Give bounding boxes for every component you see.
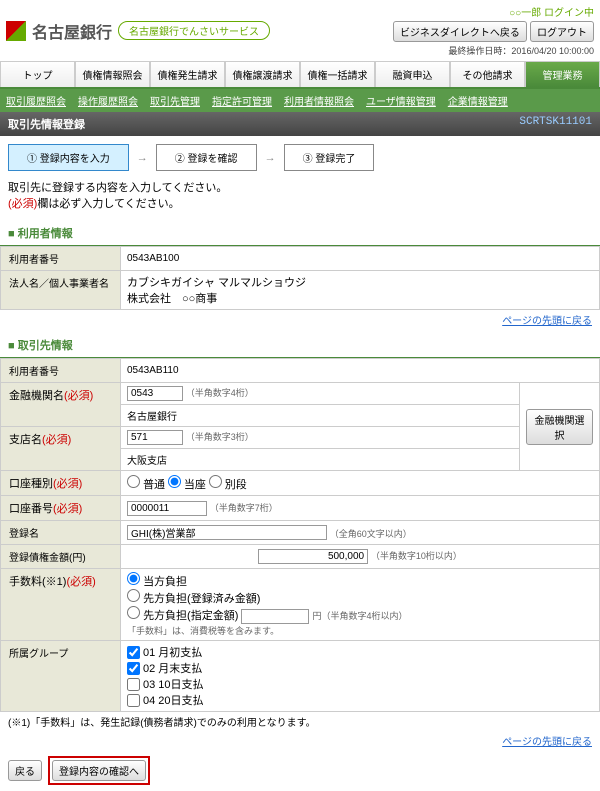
fin-code-input[interactable] bbox=[127, 386, 183, 401]
subtab-2[interactable]: 取引先管理 bbox=[150, 93, 200, 108]
main-tab-bar: トップ 債権情報照会 債権発生請求 債権譲渡請求 債権一括請求 融資申込 その他… bbox=[0, 61, 600, 89]
instruction-1: 取引先に登録する内容を入力してください。 bbox=[8, 179, 592, 195]
branch-name: 大阪支店 bbox=[121, 449, 520, 471]
tab-issue[interactable]: 債権発生請求 bbox=[150, 61, 225, 87]
service-name: 名古屋銀行でんさいサービス bbox=[118, 21, 270, 40]
step-indicator: ① 登録内容を入力 → ② 登録を確認 → ③ 登録完了 bbox=[0, 136, 600, 179]
last-operation-time: 最終操作日時：2016/04/20 10:00:00 bbox=[393, 44, 594, 57]
subtab-4[interactable]: 利用者情報照会 bbox=[284, 93, 354, 108]
amount-input[interactable] bbox=[258, 549, 368, 564]
page-title: 取引先情報登録 bbox=[8, 116, 85, 132]
subtab-5[interactable]: ユーザ情報管理 bbox=[366, 93, 436, 108]
value-corp-kana: カブシキガイシャ マルマルショウジ bbox=[127, 274, 593, 290]
back-to-direct-button[interactable]: ビジネスダイレクトへ戻る bbox=[393, 21, 527, 42]
arrow-icon: → bbox=[265, 152, 276, 164]
label-fin-inst: 金融機関名(必須) bbox=[1, 383, 121, 427]
acct-type-special[interactable]: 別段 bbox=[209, 479, 247, 491]
step-3: ③ 登録完了 bbox=[284, 144, 375, 171]
label-acct-type: 口座種別(必須) bbox=[1, 471, 121, 496]
label-fee: 手数料(※1)(必須) bbox=[1, 569, 121, 641]
label-branch: 支店名(必須) bbox=[1, 427, 121, 471]
login-status: ○○一郎 ログイン中 bbox=[393, 4, 594, 19]
step-1: ① 登録内容を入力 bbox=[8, 144, 129, 171]
subtab-6[interactable]: 企業情報管理 bbox=[448, 93, 508, 108]
sub-tab-bar: 取引履歴照会 操作履歴照会 取引先管理 指定許可管理 利用者情報照会 ユーザ情報… bbox=[0, 89, 600, 112]
confirm-button[interactable]: 登録内容の確認へ bbox=[52, 760, 146, 781]
bank-name: 名古屋銀行 bbox=[32, 19, 112, 43]
reg-name-input[interactable] bbox=[127, 525, 327, 540]
label-acct-no: 口座番号(必須) bbox=[1, 496, 121, 521]
label-group: 所属グループ bbox=[1, 641, 121, 712]
bank-logo bbox=[6, 21, 26, 41]
back-to-top-link-2[interactable]: ページの先頭に戻る bbox=[502, 737, 592, 748]
tab-batch[interactable]: 債権一括請求 bbox=[300, 61, 375, 87]
tab-top[interactable]: トップ bbox=[0, 61, 75, 87]
tab-transfer[interactable]: 債権譲渡請求 bbox=[225, 61, 300, 87]
tab-other[interactable]: その他請求 bbox=[450, 61, 525, 87]
subtab-1[interactable]: 操作履歴照会 bbox=[78, 93, 138, 108]
acct-type-current[interactable]: 当座 bbox=[168, 479, 206, 491]
fee-opt-2[interactable]: 先方負担(指定金額) bbox=[127, 610, 238, 622]
fee-amount-input[interactable] bbox=[241, 609, 309, 624]
tab-finance[interactable]: 融資申込 bbox=[375, 61, 450, 87]
label-amount: 登録債権金額(円) bbox=[1, 545, 121, 569]
group-chk-2[interactable] bbox=[127, 678, 140, 691]
label-reg-name: 登録名 bbox=[1, 521, 121, 545]
subtab-3[interactable]: 指定許可管理 bbox=[212, 93, 272, 108]
fee-opt-0[interactable]: 当方負担 bbox=[127, 576, 187, 588]
step-2: ② 登録を確認 bbox=[156, 144, 257, 171]
label-cp-user-no: 利用者番号 bbox=[1, 359, 121, 383]
fin-name: 名古屋銀行 bbox=[121, 405, 520, 427]
value-cp-user-no: 0543AB110 bbox=[121, 359, 600, 383]
label-corp-name: 法人名／個人事業者名 bbox=[1, 271, 121, 310]
back-button[interactable]: 戻る bbox=[8, 760, 42, 781]
footnote: (※1)「手数料」は、発生記録(債務者請求)でのみの利用となります。 bbox=[0, 712, 600, 731]
tab-inquiry[interactable]: 債権情報照会 bbox=[75, 61, 150, 87]
acct-type-normal[interactable]: 普通 bbox=[127, 479, 165, 491]
value-user-no: 0543AB100 bbox=[121, 247, 600, 271]
section-user-info: 利用者情報 bbox=[0, 221, 600, 246]
select-fin-button[interactable]: 金融機関選択 bbox=[526, 409, 593, 445]
value-corp-name: 株式会社 ○○商事 bbox=[127, 290, 593, 306]
acct-no-input[interactable] bbox=[127, 501, 207, 516]
section-counterparty: 取引先情報 bbox=[0, 333, 600, 358]
label-user-no: 利用者番号 bbox=[1, 247, 121, 271]
group-chk-0[interactable] bbox=[127, 646, 140, 659]
branch-code-input[interactable] bbox=[127, 430, 183, 445]
subtab-0[interactable]: 取引履歴照会 bbox=[6, 93, 66, 108]
fee-note: 「手数料」は、消費税等を含みます。 bbox=[127, 624, 593, 637]
tab-admin[interactable]: 管理業務 bbox=[525, 61, 600, 87]
group-chk-1[interactable] bbox=[127, 662, 140, 675]
screen-id: SCRTSK11101 bbox=[519, 116, 592, 132]
group-chk-3[interactable] bbox=[127, 694, 140, 707]
logout-button[interactable]: ログアウト bbox=[530, 21, 594, 42]
back-to-top-link[interactable]: ページの先頭に戻る bbox=[502, 316, 592, 327]
fee-opt-1[interactable]: 先方負担(登録済み金額) bbox=[127, 593, 260, 605]
instruction-2: (必須)欄は必ず入力してください。 bbox=[8, 195, 592, 211]
arrow-icon: → bbox=[137, 152, 148, 164]
